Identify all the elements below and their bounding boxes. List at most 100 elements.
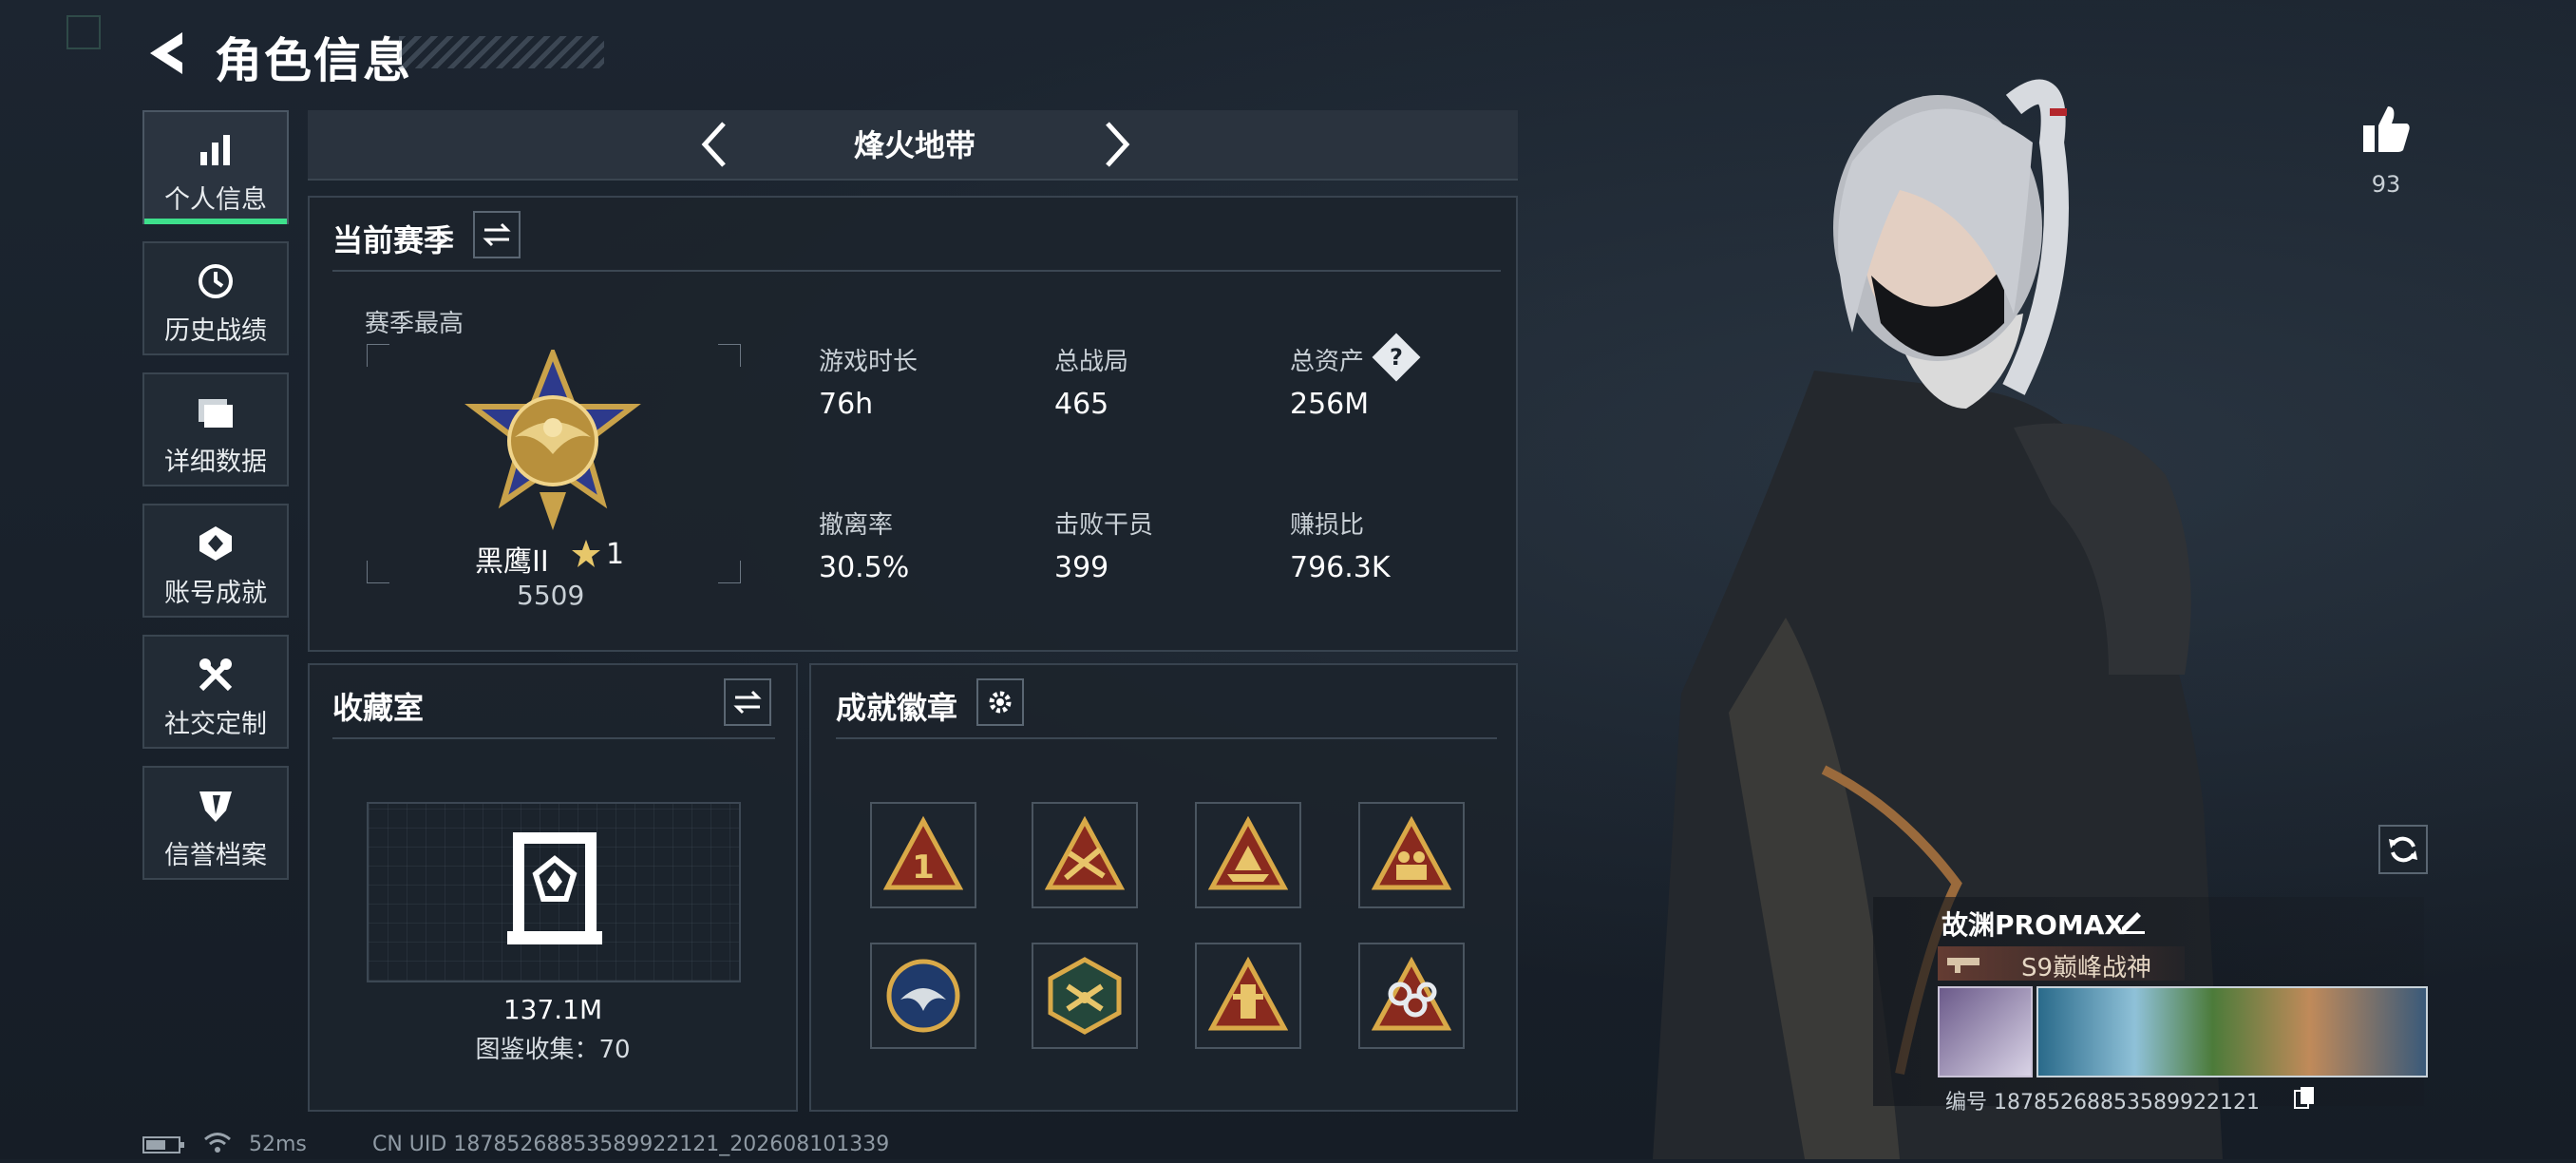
folder-icon: [144, 391, 287, 433]
player-title-banner: S9巅峰战神: [1938, 946, 2185, 982]
achievement-badge[interactable]: [870, 943, 976, 1049]
sidebar-item-personal-info[interactable]: 个人信息: [142, 110, 289, 224]
sidebar-item-label: 历史战绩: [164, 316, 267, 346]
swap-icon: [483, 222, 511, 247]
stat-profit-ratio-value: 796.3K: [1290, 551, 1391, 584]
svg-text:1: 1: [912, 848, 935, 887]
mode-name: 烽火地带: [853, 127, 975, 163]
achievement-badge[interactable]: [1032, 802, 1138, 908]
ship-badge-icon: [1208, 815, 1288, 890]
sidebar-item-detailed-data[interactable]: 详细数据: [142, 372, 289, 486]
copy-icon: [2294, 1087, 2314, 1109]
edit-name-button[interactable]: [2116, 903, 2149, 935]
title-decoration: [399, 36, 604, 68]
uid-text: CN UID 18785268853589922121_202608101339: [372, 1133, 890, 1156]
collection-vault-button[interactable]: [367, 802, 741, 982]
like-button[interactable]: [2359, 103, 2413, 156]
stat-matches-label: 总战局: [1054, 348, 1129, 376]
like-count: 93: [2371, 171, 2401, 198]
collection-divider: [332, 737, 775, 739]
player-name: 故渊PROMAX: [1941, 909, 2126, 941]
chevron-left-icon: [701, 122, 726, 167]
star-icon: [570, 538, 602, 570]
collection-value: 137.1M: [502, 994, 603, 1025]
page-title: 角色信息: [215, 33, 412, 88]
chevron-right-icon: [1106, 122, 1130, 167]
achievement-badge[interactable]: [1358, 943, 1465, 1049]
rank-score: 5509: [517, 580, 585, 611]
season-divider: [332, 270, 1501, 272]
swap-icon: [733, 690, 762, 715]
rank-emblem-icon: [458, 345, 648, 540]
rank-name: 黑鹰II: [475, 545, 549, 579]
sidebar-item-label: 个人信息: [164, 185, 267, 215]
achievement-badge[interactable]: [1032, 943, 1138, 1049]
back-button[interactable]: [142, 27, 190, 80]
stat-matches-value: 465: [1054, 388, 1109, 421]
stat-extract-rate-label: 撤离率: [819, 511, 894, 540]
stat-assets-label: 总资产: [1290, 348, 1365, 376]
achievement-badge[interactable]: [1358, 802, 1465, 908]
sidebar-item-reputation[interactable]: 信誉档案: [142, 766, 289, 880]
battery-icon: [142, 1134, 186, 1155]
reputation-shield-icon: [144, 785, 287, 827]
sidebar-item-label: 社交定制: [164, 710, 267, 739]
season-switch-button[interactable]: [473, 211, 521, 258]
thumbs-up-icon: [2363, 106, 2410, 152]
tools-icon: [144, 654, 287, 696]
sidebar-item-label: 账号成就: [164, 579, 267, 608]
achievement-badge[interactable]: 1: [870, 802, 976, 908]
rotate-button[interactable]: [2378, 825, 2428, 874]
clock-history-icon: [144, 260, 287, 302]
achievements-title: 成就徽章: [836, 690, 958, 726]
wifi-icon: [203, 1131, 232, 1155]
achievement-icon: [144, 523, 287, 564]
achievements-divider: [836, 737, 1497, 739]
stat-extract-rate-value: 30.5%: [819, 551, 910, 584]
sidebar-item-social[interactable]: 社交定制: [142, 635, 289, 749]
rank-stars: 1: [606, 538, 625, 571]
stat-kills-label: 击败干员: [1054, 511, 1154, 540]
stat-kills-value: 399: [1054, 551, 1109, 584]
gear-icon: [989, 691, 1012, 714]
mode-next-button[interactable]: [1087, 114, 1144, 175]
vault-icon: [507, 829, 602, 946]
crossed-guns-badge-icon: [1045, 815, 1125, 890]
stat-playtime-value: 76h: [819, 388, 874, 421]
pencil-icon: [2120, 912, 2145, 934]
bar-chart-icon: [144, 129, 287, 171]
mode-prev-button[interactable]: [688, 114, 745, 175]
achievement-badge[interactable]: [1195, 943, 1301, 1049]
eagle-badge-icon: [886, 959, 960, 1033]
squad-badge-icon: [1372, 815, 1451, 890]
help-icon: ?: [1390, 343, 1403, 371]
avatar[interactable]: [1938, 986, 2033, 1077]
dragonfly-badge-icon: [1048, 957, 1122, 1035]
copy-button[interactable]: [2293, 1085, 2316, 1110]
collection-count: 图鉴收集：70: [475, 1036, 631, 1064]
refresh-icon: [2389, 836, 2417, 863]
player-title: S9巅峰战神: [2021, 954, 2152, 982]
back-arrow-icon: [150, 32, 182, 74]
achievement-badge[interactable]: [1195, 802, 1301, 908]
collection-switch-button[interactable]: [724, 678, 771, 726]
season-title: 当前赛季: [332, 222, 455, 258]
stat-playtime-label: 游戏时长: [819, 348, 919, 376]
stat-assets-value: 256M: [1290, 388, 1370, 421]
sidebar-item-label: 详细数据: [164, 448, 267, 477]
achievements-settings-button[interactable]: [976, 678, 1024, 726]
corner-decoration: [66, 15, 101, 49]
sidebar-item-label: 信誉档案: [164, 841, 267, 870]
season-best-label: 赛季最高: [365, 310, 464, 338]
sidebar-item-achievements[interactable]: 账号成就: [142, 504, 289, 618]
name-card-banner[interactable]: [2036, 986, 2428, 1077]
player-id: 编号 18785268853589922121: [1945, 1091, 2260, 1115]
rank-1-badge-icon: 1: [883, 815, 963, 890]
ping-text: 52ms: [249, 1133, 307, 1156]
stat-profit-ratio-label: 赚损比: [1290, 511, 1365, 540]
tower-badge-icon: [1208, 956, 1288, 1031]
sidebar-item-history[interactable]: 历史战绩: [142, 241, 289, 355]
chain-badge-icon: [1372, 956, 1451, 1031]
weapon-icon: [1945, 950, 1983, 975]
collection-title: 收藏室: [332, 690, 425, 726]
